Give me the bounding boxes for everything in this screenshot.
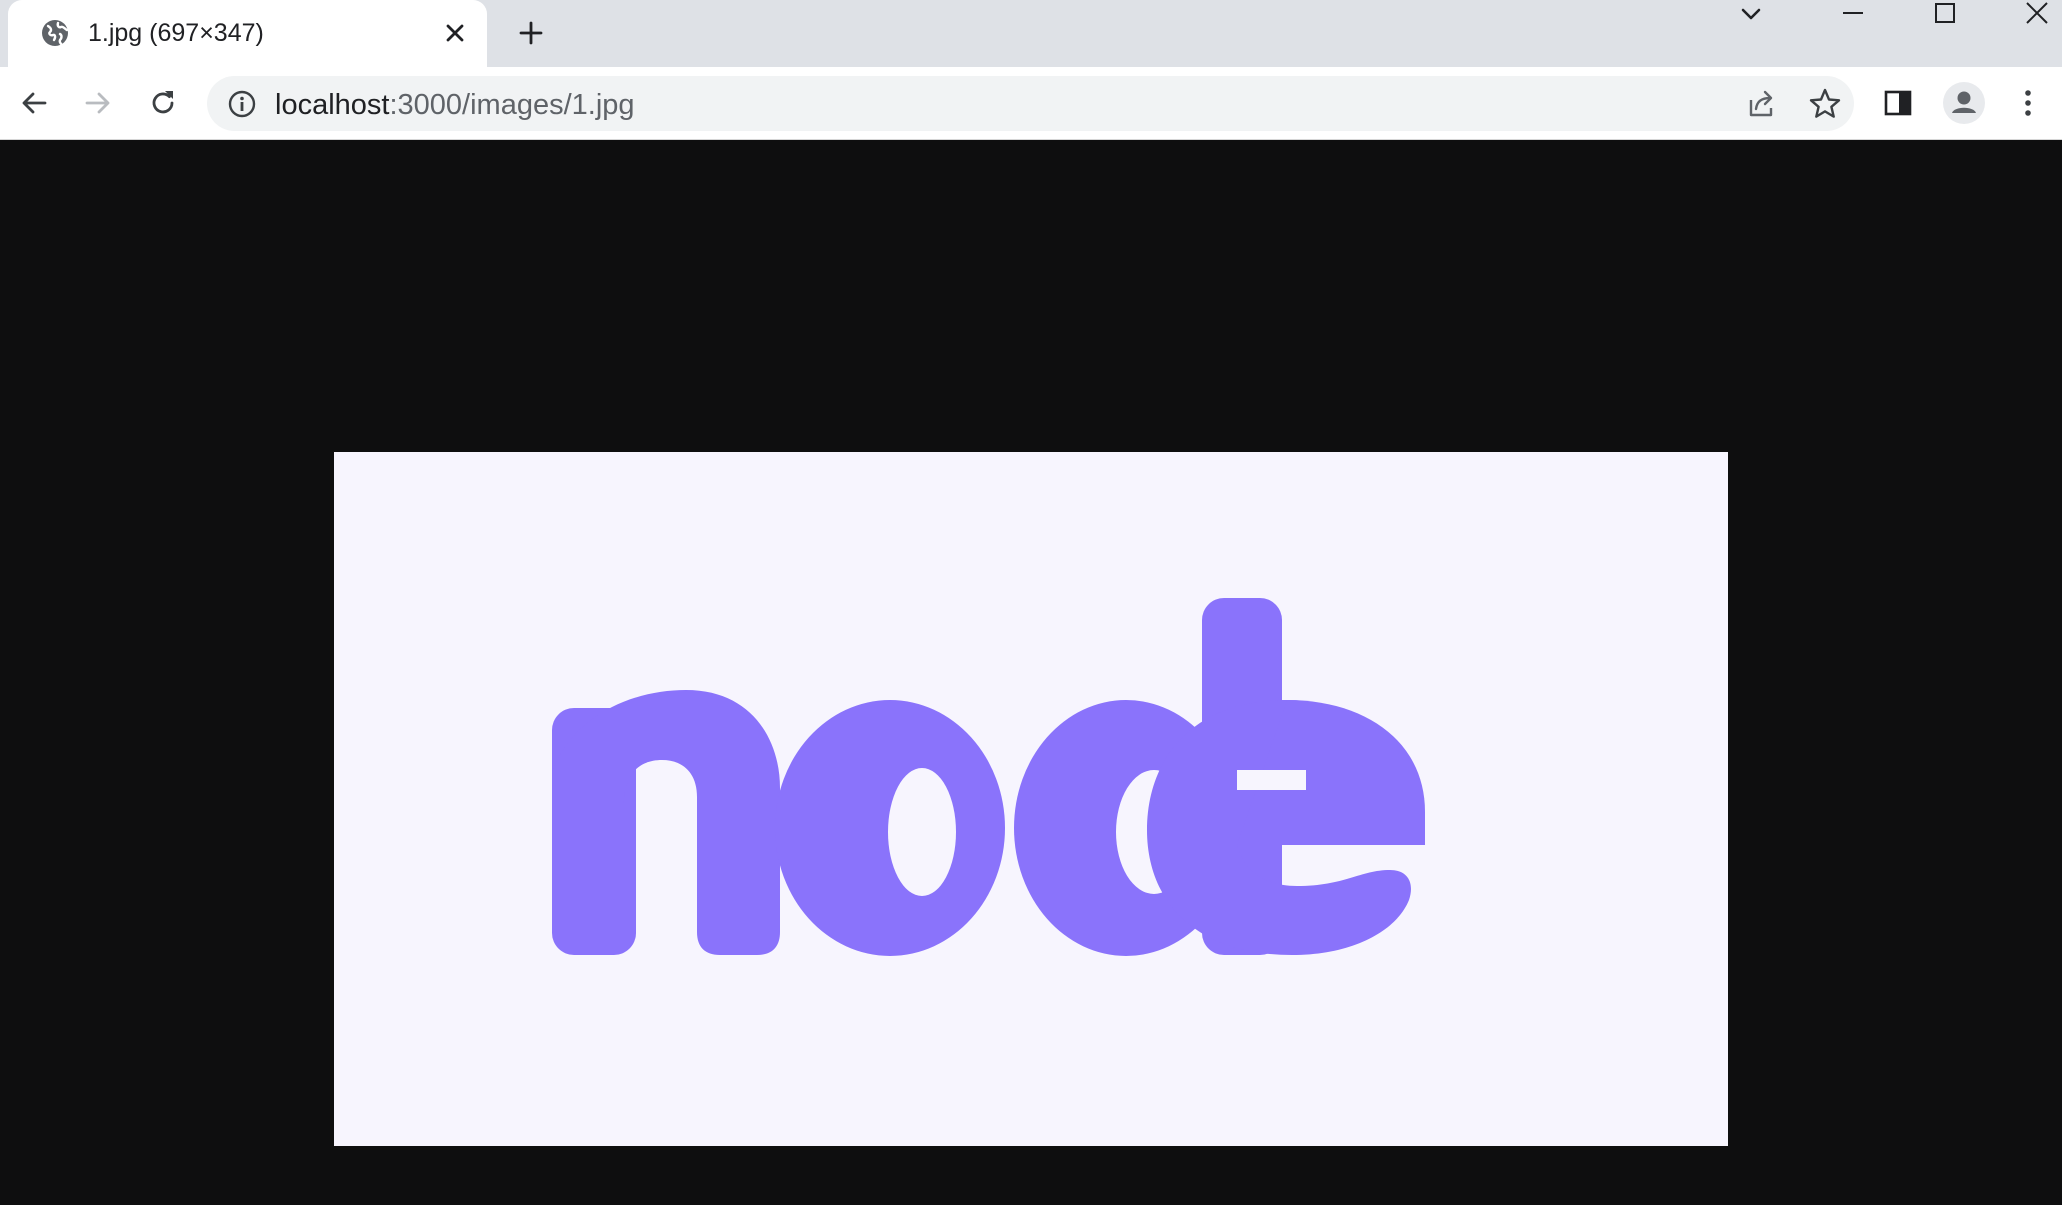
more-vert-icon bbox=[2025, 90, 2031, 116]
info-icon[interactable] bbox=[227, 89, 257, 119]
new-tab-button[interactable] bbox=[514, 16, 548, 50]
side-panel-icon bbox=[1884, 90, 1912, 116]
page-viewport bbox=[0, 140, 2062, 1205]
share-icon bbox=[1749, 90, 1773, 117]
url-path: :3000/images/1.jpg bbox=[389, 89, 635, 121]
arrow-right-icon bbox=[85, 92, 110, 114]
back-button[interactable] bbox=[14, 83, 54, 123]
reload-button[interactable] bbox=[143, 83, 183, 123]
node-lettering bbox=[552, 598, 1425, 956]
tab-title: 1.jpg (697×347) bbox=[88, 19, 264, 47]
minimize-button[interactable] bbox=[1822, 0, 1882, 30]
globe-icon bbox=[40, 18, 70, 48]
profile-button[interactable] bbox=[1942, 81, 1986, 125]
maximize-icon bbox=[1935, 3, 1955, 23]
tab-active[interactable]: 1.jpg (697×347) bbox=[8, 0, 487, 67]
side-panel-button[interactable] bbox=[1878, 83, 1918, 123]
share-button[interactable] bbox=[1743, 86, 1779, 122]
maximize-button[interactable] bbox=[1914, 0, 1974, 30]
address-bar[interactable]: localhost:3000/images/1.jpg bbox=[207, 76, 1854, 131]
tab-strip: 1.jpg (697×347) bbox=[0, 0, 2062, 67]
star-icon bbox=[1809, 88, 1841, 118]
arrow-left-icon bbox=[22, 92, 47, 114]
url-host: localhost bbox=[275, 89, 390, 121]
close-icon[interactable] bbox=[442, 20, 468, 46]
chevron-down-icon bbox=[1741, 8, 1761, 20]
browser-window: 1.jpg (697×347) localhost:3000/images/1.… bbox=[0, 0, 2062, 1205]
tab-search-button[interactable] bbox=[1720, 0, 1780, 30]
url-text[interactable]: localhost:3000/images/1.jpg bbox=[275, 89, 635, 122]
plus-icon bbox=[519, 21, 543, 45]
close-window-button[interactable] bbox=[2006, 0, 2062, 30]
toolbar: localhost:3000/images/1.jpg bbox=[0, 67, 2062, 140]
displayed-image[interactable] bbox=[334, 452, 1728, 1146]
reload-icon bbox=[152, 91, 174, 114]
bookmark-button[interactable] bbox=[1807, 86, 1843, 122]
menu-button[interactable] bbox=[2008, 83, 2048, 123]
node-logo-image bbox=[552, 598, 1425, 956]
close-icon bbox=[2026, 2, 2048, 24]
avatar-icon bbox=[1943, 82, 1985, 124]
minimize-icon bbox=[1843, 12, 1863, 14]
forward-button[interactable] bbox=[78, 83, 118, 123]
